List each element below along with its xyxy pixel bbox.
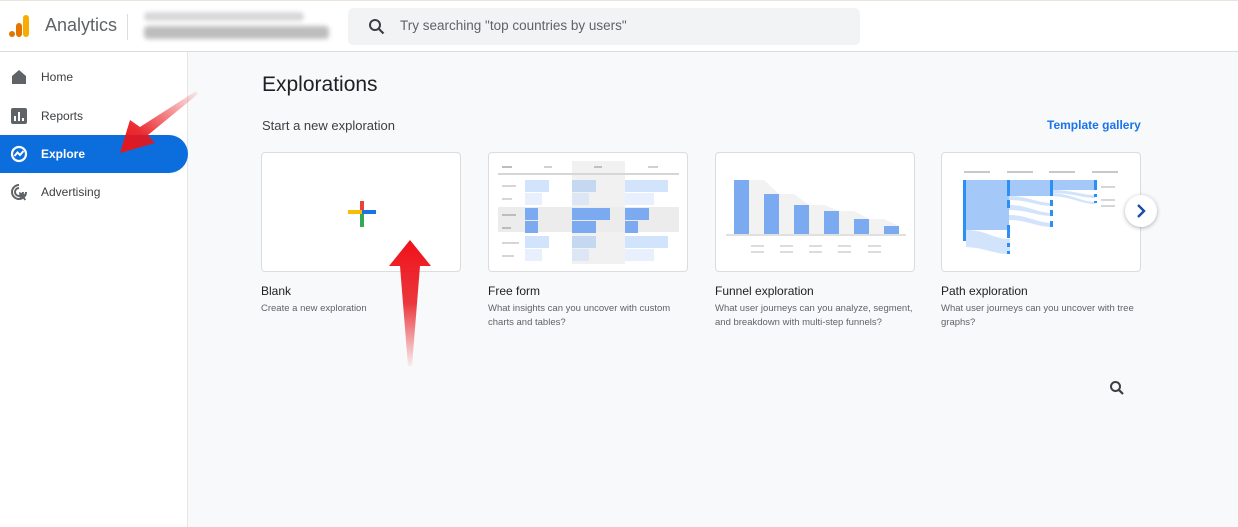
sidebar-item-label: Reports <box>41 109 84 123</box>
search-icon <box>369 19 385 35</box>
template-card-blank[interactable] <box>261 152 461 272</box>
account-name-blurred <box>144 12 304 21</box>
sidebar-item-home[interactable]: Home <box>0 58 188 96</box>
chevron-right-icon <box>1137 204 1146 218</box>
sidebar-item-advertising[interactable]: Advertising <box>0 173 188 211</box>
sidebar-item-reports[interactable]: Reports <box>0 97 188 135</box>
template-gallery-link[interactable]: Template gallery <box>1047 118 1141 132</box>
sidebar-item-label: Home <box>41 70 74 84</box>
search-bar[interactable]: Try searching "top countries by users" <box>348 8 860 45</box>
sidebar-item-explore[interactable]: Explore <box>0 135 188 173</box>
search-placeholder: Try searching "top countries by users" <box>400 18 627 33</box>
property-name-blurred <box>144 26 329 39</box>
advertising-icon <box>11 184 27 201</box>
template-title: Blank <box>261 284 292 298</box>
search-icon[interactable] <box>1109 380 1125 396</box>
path-thumbnail-icon <box>963 171 1118 254</box>
template-card-free-form[interactable] <box>488 152 688 272</box>
page-title: Explorations <box>262 73 378 96</box>
analytics-logo-icon[interactable] <box>8 14 30 38</box>
carousel-next-button[interactable] <box>1125 195 1157 227</box>
template-description: What user journeys can you uncover with … <box>941 303 1134 328</box>
funnel-thumbnail-icon <box>726 180 906 253</box>
sidebar-item-label: Advertising <box>41 185 101 199</box>
top-bar: Analytics Try searching "top countries b… <box>0 0 1238 52</box>
template-card-path[interactable] <box>941 152 1141 272</box>
template-card-funnel[interactable] <box>715 152 915 272</box>
template-description: What insights can you uncover with custo… <box>488 303 671 328</box>
template-title: Path exploration <box>941 284 1028 298</box>
template-title: Free form <box>488 284 541 298</box>
explore-icon <box>10 145 28 163</box>
plus-icon <box>348 201 376 227</box>
template-description: Create a new exploration <box>261 303 367 314</box>
section-subtitle: Start a new exploration <box>262 118 395 133</box>
header-divider <box>127 14 128 40</box>
home-icon <box>12 70 26 84</box>
reports-icon <box>11 108 27 124</box>
sidebar: Home Reports Explore Advertising <box>0 52 188 527</box>
sidebar-item-label: Explore <box>41 147 86 161</box>
template-title: Funnel exploration <box>715 284 814 298</box>
table-thumbnail-icon <box>498 161 679 264</box>
app-title: Analytics <box>45 15 118 35</box>
template-description: What user journeys can you analyze, segm… <box>715 303 913 328</box>
account-selector[interactable] <box>142 9 332 43</box>
